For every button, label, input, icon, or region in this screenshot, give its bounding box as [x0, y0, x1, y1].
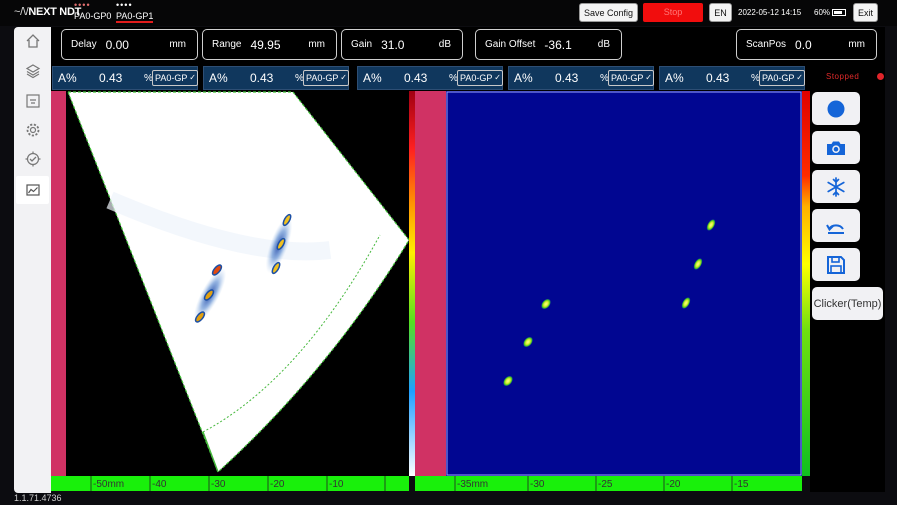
sector-tick-label: -50mm	[93, 479, 125, 490]
tool-column: Clicker(Temp)	[810, 91, 885, 492]
sector-tick-label: -10	[329, 479, 344, 490]
cscan-tick-label: -30	[530, 479, 545, 490]
cscan-tick-label: -15	[734, 479, 749, 490]
cscan-image[interactable]	[446, 91, 802, 476]
reset-button[interactable]	[812, 209, 860, 242]
undo-icon	[826, 223, 844, 234]
sector-depth-ruler	[51, 91, 66, 476]
clicker-temp-button[interactable]: Clicker(Temp)	[812, 287, 883, 320]
snowflake-icon	[827, 176, 845, 197]
app-window: ~/\/NEXT NDT •••• PA0-GP0 •••• PA0-GP1 S…	[0, 0, 897, 505]
cscan-scan-ruler	[446, 476, 802, 491]
sector-tick-label: -40	[152, 479, 167, 490]
floppy-disk-icon	[827, 255, 845, 274]
record-icon	[827, 100, 845, 117]
screenshot-button[interactable]	[812, 131, 860, 164]
record-button[interactable]	[812, 92, 860, 125]
cscan-tick-label: -35mm	[457, 479, 489, 490]
cscan-tick-label: -25	[598, 479, 613, 490]
sector-tick-label: -30	[211, 479, 226, 490]
cscan-tick-label: -20	[666, 479, 681, 490]
amplitude-color-scale	[409, 91, 415, 476]
camera-icon	[827, 141, 845, 155]
save-button[interactable]	[812, 248, 860, 281]
software-version: 1.1.71.4736	[14, 493, 62, 503]
gain-color-bar	[802, 91, 810, 476]
cscan-depth-ruler	[415, 91, 446, 476]
freeze-button[interactable]	[812, 170, 860, 203]
scan-views	[51, 91, 810, 491]
sector-tick-label: -20	[270, 479, 285, 490]
ruler-corner	[415, 476, 446, 491]
